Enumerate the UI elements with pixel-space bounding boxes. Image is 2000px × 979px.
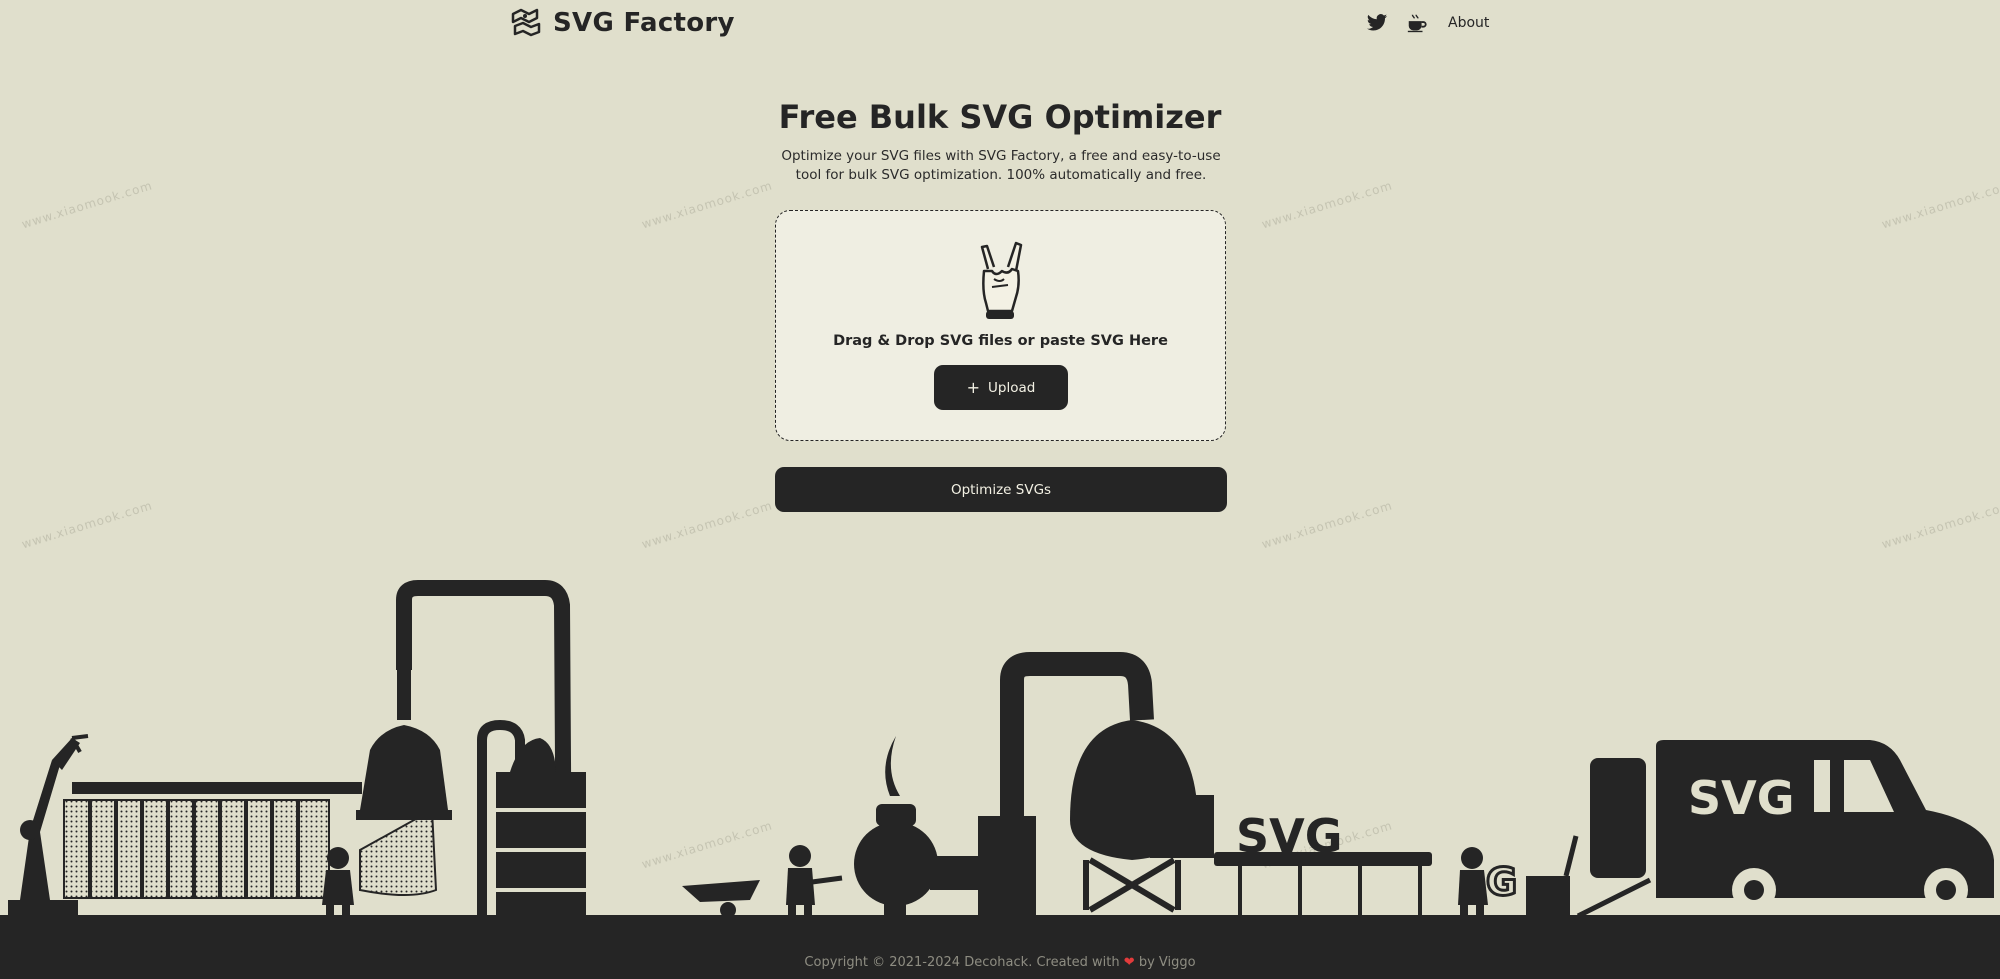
page-title: Free Bulk SVG Optimizer: [778, 98, 1222, 136]
copyright-text: Copyright © 2021-2024 Decohack. Created …: [0, 955, 2000, 970]
optimize-svgs-button[interactable]: Optimize SVGs: [775, 467, 1227, 512]
watermark: www.xiaomook.com: [20, 498, 155, 552]
watermark: www.xiaomook.com: [640, 498, 775, 552]
logo-link[interactable]: SVG Factory: [509, 6, 735, 40]
watermark: www.xiaomook.com: [1880, 178, 2000, 232]
page-subtitle: Optimize your SVG files with SVG Factory…: [781, 148, 1221, 183]
svg-dropzone[interactable]: Drag & Drop SVG files or paste SVG Here …: [775, 210, 1226, 441]
delivery-truck: SVG: [1590, 740, 1994, 912]
twitter-icon[interactable]: [1366, 12, 1388, 34]
dropzone-instructions: Drag & Drop SVG files or paste SVG Here: [833, 333, 1168, 349]
factory-logo-icon: [511, 8, 541, 37]
conveyor: [1214, 852, 1432, 916]
upload-button[interactable]: + Upload: [934, 365, 1068, 410]
watermark: www.xiaomook.com: [640, 178, 775, 232]
watermark: www.xiaomook.com: [1880, 498, 2000, 552]
copyright-suffix: by Viggo: [1138, 955, 1196, 970]
panel-machine: [63, 782, 362, 899]
watermark: www.xiaomook.com: [20, 178, 155, 232]
watermark: www.xiaomook.com: [1260, 498, 1395, 552]
factory-illustration: SVG G SVG: [8, 580, 1994, 919]
sphere-tank: [1070, 720, 1214, 913]
truck-svg-label: SVG: [1688, 771, 1795, 825]
copyright-prefix: Copyright © 2021-2024 Decohack. Created …: [804, 955, 1120, 970]
plus-icon: +: [966, 377, 981, 397]
upload-label: Upload: [988, 379, 1036, 396]
rock-hand-icon: [980, 241, 1023, 319]
heart-icon: ❤: [1123, 955, 1135, 970]
wheelbarrow-worker: [682, 845, 843, 918]
logo-text: SVG Factory: [553, 8, 735, 38]
fabric-sheet: [359, 808, 438, 896]
coffee-cup-icon[interactable]: [1406, 12, 1428, 34]
press-machine: [356, 725, 452, 820]
watermark: www.xiaomook.com: [1260, 178, 1395, 232]
top-nav: About: [1366, 12, 1489, 34]
about-link[interactable]: About: [1448, 15, 1489, 31]
carried-letter-g: G: [1486, 860, 1517, 904]
gnome-worker-3: [1458, 847, 1488, 917]
